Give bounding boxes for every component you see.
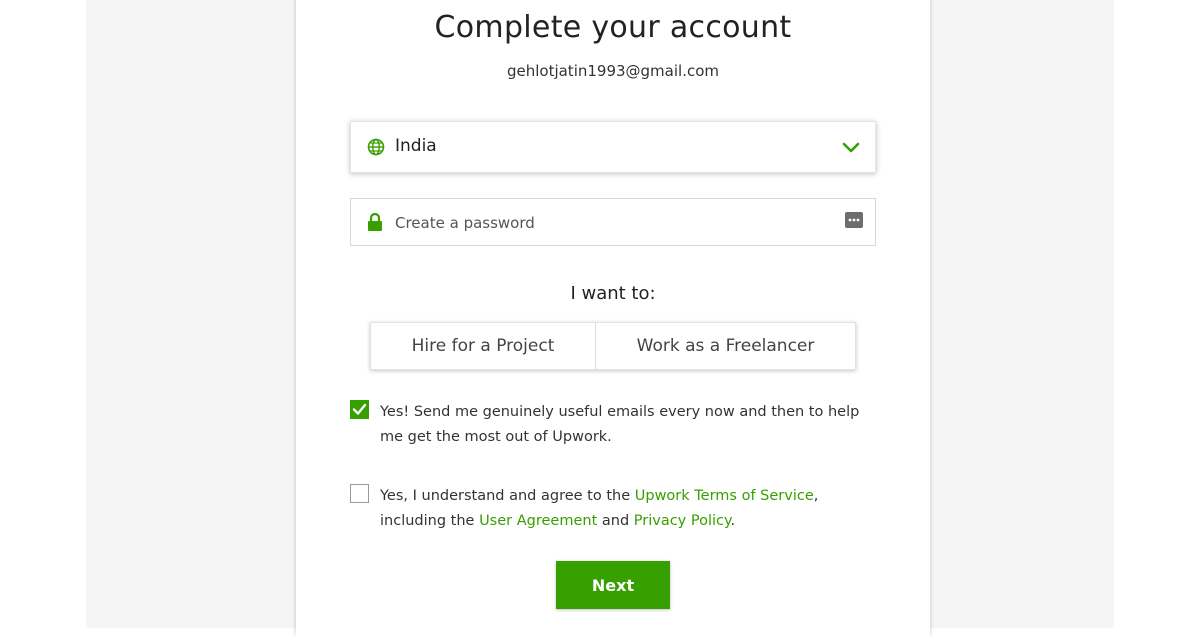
checkmark-icon (352, 403, 367, 415)
user-agreement-link[interactable]: User Agreement (479, 513, 597, 529)
country-value: India (395, 136, 437, 156)
terms-prefix: Yes, I understand and agree to the (380, 488, 635, 504)
terms-suffix: . (730, 512, 736, 529)
country-dropdown[interactable]: India (350, 121, 876, 173)
globe-icon (367, 138, 385, 156)
role-question-label: I want to: (570, 283, 656, 304)
chevron-down-icon (842, 142, 860, 153)
email-consent-text: Yes! Send me genuinely useful emails eve… (380, 404, 860, 445)
terms-of-service-link[interactable]: Upwork Terms of Service (635, 488, 814, 504)
hire-for-project-button[interactable]: Hire for a Project (371, 323, 596, 369)
password-field (350, 198, 876, 246)
email-consent-checkbox[interactable] (350, 400, 369, 419)
terms-and: and (597, 512, 634, 529)
terms-consent-checkbox[interactable] (350, 484, 369, 503)
signup-card: Complete your account gehlotjatin1993@gm… (296, 0, 930, 636)
terms-consent-text: Yes, I understand and agree to the Upwor… (380, 484, 870, 533)
lock-icon (368, 212, 382, 231)
password-input[interactable] (393, 209, 837, 237)
privacy-policy-link[interactable]: Privacy Policy (634, 513, 731, 529)
password-dots-icon[interactable] (845, 212, 863, 228)
page-title: Complete your account (434, 10, 792, 45)
next-button[interactable]: Next (556, 561, 670, 609)
work-as-freelancer-button[interactable]: Work as a Freelancer (596, 323, 855, 369)
role-selector: Hire for a Project Work as a Freelancer (370, 322, 856, 370)
account-email: gehlotjatin1993@gmail.com (506, 62, 720, 80)
